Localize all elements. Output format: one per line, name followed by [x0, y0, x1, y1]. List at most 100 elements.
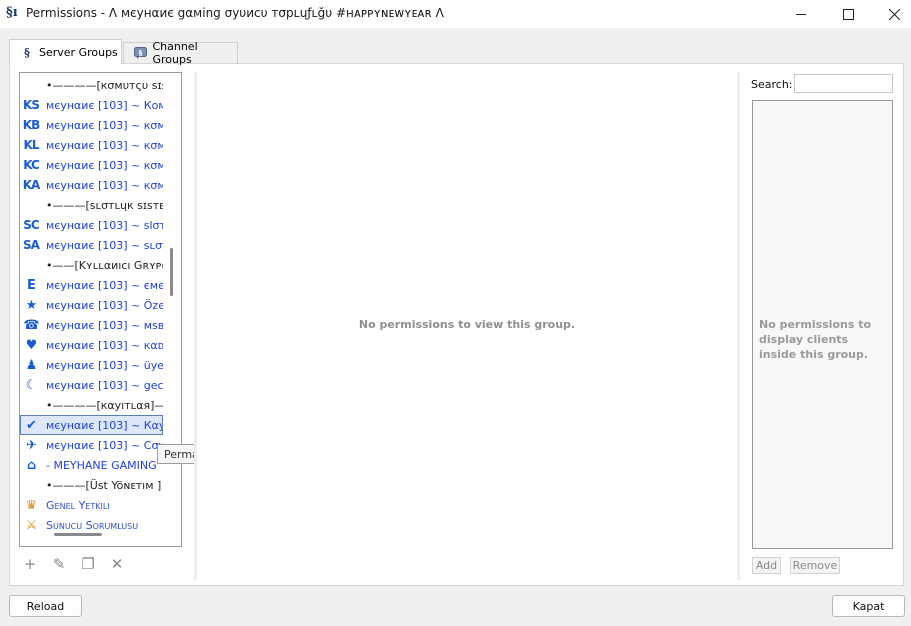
group-label: •————[кαуıтʟαя]—— — [46, 398, 163, 412]
group-icon: ♟ — [25, 357, 38, 373]
group-separator[interactable]: •————[кσмυтςυ sɪs — [20, 75, 163, 95]
minimize-button[interactable] — [778, 0, 824, 28]
group-label: мєунαиє [103] ~ кσмυ — [46, 138, 163, 152]
group-label: мєунαиє [103] ~ ємєк — [46, 278, 163, 292]
svg-text:§: § — [139, 49, 143, 57]
delete-group-icon: ✕ — [110, 555, 124, 573]
server-group-list[interactable]: •————[кσмυтςυ sɪs KS мєунαиє [103] ~ Комu K… — [19, 72, 182, 547]
group-item[interactable]: KL мєунαиє [103] ~ кσмυ — [20, 135, 163, 155]
copy-group-icon: ❐ — [81, 555, 95, 573]
group-label: •————[кσмυтςυ sɪs — [46, 78, 163, 92]
close-dialog-button[interactable]: Kapat — [832, 595, 905, 617]
reload-button[interactable]: Reload — [9, 595, 82, 617]
app-icon: §ı — [6, 5, 18, 20]
group-icon — [20, 475, 42, 495]
group-icon: ⌂ — [26, 457, 36, 473]
group-separator[interactable]: •———[Üst Yöɴᴇᴛıᴍ ] — [20, 475, 163, 495]
group-item[interactable]: KB мєунαиє [103] ~ кσмυ — [20, 115, 163, 135]
group-item[interactable]: ⚔ Sunucu Sorumlusu — [20, 515, 163, 535]
group-item[interactable]: ⌂ - MEYHANE GAMING — [20, 455, 163, 475]
add-client-button[interactable]: Add — [752, 557, 781, 574]
add-group-button[interactable]: + — [20, 555, 40, 573]
group-icon: KB — [22, 118, 40, 132]
close-icon — [888, 8, 900, 20]
group-icon: ★ — [25, 297, 38, 313]
add-group-icon: + — [23, 555, 37, 573]
group-label: мєунαиє [103] ~ slσт c — [46, 218, 163, 232]
group-label: мєунαиє [103] ~ Özel — [46, 298, 163, 312]
close-button[interactable] — [871, 0, 911, 28]
group-item[interactable]: SC мєунαиє [103] ~ slσт c — [20, 215, 163, 235]
group-item[interactable]: SA мєунαиє [103] ~ sʟσт — [20, 235, 163, 255]
group-list: •————[кσмυтςυ sɪs KS мєунαиє [103] ~ Комu K… — [20, 75, 163, 535]
tab-label: Channel Groups — [152, 40, 198, 66]
group-label: мєунαиє [103] ~ кσмυ — [46, 178, 163, 192]
group-icon: ♛ — [25, 497, 38, 513]
group-icon: E — [27, 277, 36, 293]
group-label: мєунαиє [103] ~ gecє — [46, 378, 163, 392]
group-label: мєунαиє [103] ~ кσмυ — [46, 118, 163, 132]
group-label: •——[Kʏʟʟαиıcı Gʀʏᴘα — [46, 258, 163, 272]
group-label: - MEYHANE GAMING — [46, 458, 157, 472]
tab-label: Server Groups — [39, 45, 118, 59]
title-bar: §ı Permissions - Ʌ мєунαиє gαмing σуυиcυ… — [0, 0, 911, 28]
group-item[interactable]: KC мєунαиє [103] ~ кσмυ — [20, 155, 163, 175]
group-icon: ♥ — [25, 337, 38, 353]
search-label: Search: — [751, 78, 793, 91]
group-item[interactable]: Eмєунαиє [103] ~ ємєк — [20, 275, 163, 295]
group-icon: KC — [23, 158, 40, 172]
group-icon: KS — [23, 98, 40, 112]
group-icon: ☾ — [25, 377, 38, 393]
search-input[interactable] — [794, 74, 893, 93]
group-item[interactable]: ♟ мєунαиє [103] ~ üye — [20, 355, 163, 375]
group-icon — [20, 75, 42, 95]
clients-list[interactable]: No permissions to display clients inside… — [752, 100, 893, 549]
group-label: мєунαиє [103] ~ мsвυ — [46, 318, 163, 332]
group-item[interactable]: ☾ мєунαиє [103] ~ gecє — [20, 375, 163, 395]
tab-channel-groups[interactable]: § Channel Groups — [123, 40, 238, 66]
group-item[interactable]: ♛ Genel Yetkili — [20, 495, 163, 515]
group-icon: ✔ — [26, 417, 37, 433]
group-label: •———[sʟσтʟųк sɪsᴛᴇм — [46, 198, 163, 212]
group-icon: ⚔ — [25, 517, 38, 533]
maximize-button[interactable] — [825, 0, 871, 28]
group-separator[interactable]: •———[sʟσтʟųк sɪsᴛᴇм — [20, 195, 163, 215]
group-item[interactable]: KA мєунαиє [103] ~ кσмυ — [20, 175, 163, 195]
group-label: мєунαиє [103] ~ Комu — [46, 98, 163, 112]
vertical-scrollbar[interactable] — [170, 248, 173, 296]
group-icon — [20, 255, 42, 275]
group-item[interactable]: ★ мєунαиє [103] ~ Özel — [20, 295, 163, 315]
group-label: мєунαиє [103] ~ кαᴅıи — [46, 338, 163, 352]
group-label: мєунαиє [103] ~ sʟσт — [46, 238, 163, 252]
no-clients-message: No permissions to display clients inside… — [759, 318, 872, 361]
horizontal-scrollbar[interactable] — [54, 533, 102, 536]
copy-group-button[interactable]: ❐ — [78, 555, 98, 573]
group-icon — [20, 395, 42, 415]
group-item[interactable]: ✔ мєунαиє [103] ~ Кαуı — [20, 415, 163, 435]
group-label: •———[Üst Yöɴᴇᴛıᴍ ] — [46, 478, 162, 492]
maximize-icon — [842, 8, 854, 20]
group-icon — [20, 195, 42, 215]
edit-group-button[interactable]: ✎ — [49, 555, 69, 573]
group-icon: KL — [23, 138, 40, 152]
group-icon: SC — [23, 218, 39, 232]
group-item[interactable]: ✈ мєунαиє [103] ~ Сσυ — [20, 435, 163, 455]
group-separator[interactable]: •——[Kʏʟʟαиıcı Gʀʏᴘα — [20, 255, 163, 275]
group-label: мєунαиє [103] ~ кσмυ — [46, 158, 163, 172]
group-label: Genel Yetkili — [46, 498, 110, 512]
group-icon: SA — [23, 238, 40, 252]
group-separator[interactable]: •————[кαуıтʟαя]—— — [20, 395, 163, 415]
no-permissions-message: No permissions to view this group. — [358, 318, 576, 331]
remove-client-button[interactable]: Remove — [790, 557, 840, 574]
channel-groups-icon: § — [134, 46, 148, 60]
delete-group-button[interactable]: ✕ — [107, 555, 127, 573]
group-icon: ✈ — [26, 437, 37, 453]
minimize-icon — [795, 13, 806, 15]
group-item[interactable]: ♥ мєунαиє [103] ~ кαᴅıи — [20, 335, 163, 355]
server-groups-icon: § — [24, 45, 30, 59]
group-item[interactable]: KS мєунαиє [103] ~ Комu — [20, 95, 163, 115]
tab-server-groups[interactable]: § Server Groups — [9, 39, 122, 64]
group-label: мєунαиє [103] ~ üye — [46, 358, 163, 372]
group-item[interactable]: ☎ мєунαиє [103] ~ мsвυ — [20, 315, 163, 335]
group-icon: ☎ — [23, 317, 39, 333]
